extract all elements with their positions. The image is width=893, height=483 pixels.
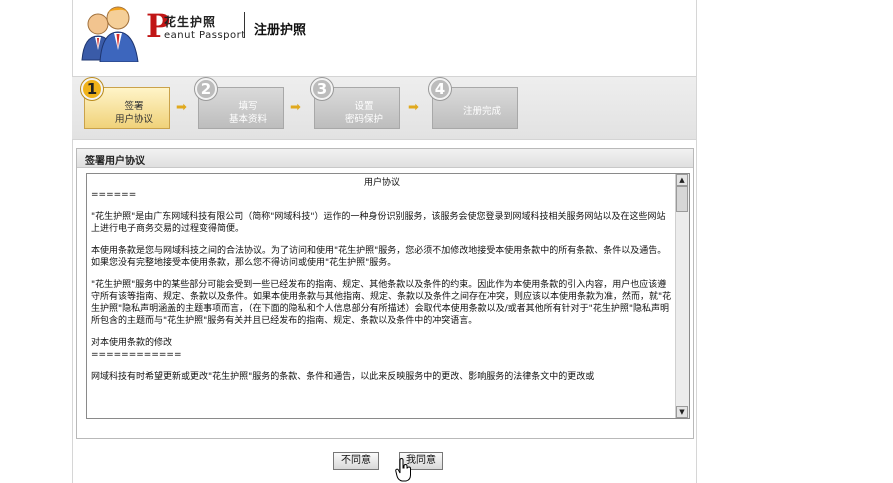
step-basic-info: 2 填写 基本资料 [195,78,284,129]
disagree-button[interactable]: 不同意 [333,452,379,470]
vertical-scrollbar[interactable]: ▲ ▼ [675,174,689,418]
step-registration-complete: 4 注册完成 [429,78,518,129]
step-number: 3 [311,78,333,100]
header: P 花生护照 eanut Passport 注册护照 [78,2,678,62]
brand-name-en: eanut Passport [164,30,246,41]
page-title: 注册护照 [254,23,307,38]
step-label: 签署 [124,101,144,112]
agreement-textarea[interactable]: 用户协议 ====== "花生护照"是由广东网域科技有限公司（简称"网域科技"）… [86,173,690,419]
header-divider [244,12,245,38]
agreement-panel: 签署用户协议 用户协议 ====== "花生护照"是由广东网域科技有限公司（简称… [76,148,694,439]
step-label: 填写 [238,101,258,112]
arrow-right-icon: ➡ [408,100,419,115]
scroll-up-icon[interactable]: ▲ [676,174,688,186]
agreement-separator: ====== [91,190,137,200]
agreement-paragraph: 本使用条款是您与网域科技之间的合法协议。为了访问和使用"花生护照"服务，您必须不… [91,246,667,268]
step-label: 注册完成 [462,106,501,117]
agreement-paragraph: 网域科技有时希望更新或更改"花生护照"服务的条款、条件和通告，以此来反映服务中的… [91,372,595,382]
agreement-paragraph: "花生护照"是由广东网域科技有限公司（简称"网域科技"）运作的一种身份识别服务，… [91,212,666,234]
frame-left-border [72,0,73,483]
scroll-down-icon[interactable]: ▼ [676,406,688,418]
step-number: 1 [81,78,103,100]
step-label: 基本资料 [228,114,267,125]
agreement-section-title: 对本使用条款的修改 [91,338,173,348]
arrow-right-icon: ➡ [290,100,301,115]
brand-name-cn: 花生护照 [164,15,217,29]
step-password-protection: 3 设置 密码保护 [311,78,400,129]
agreement-text: 用户协议 ====== "花生护照"是由广东网域科技有限公司（简称"网域科技"）… [91,177,673,383]
step-sign-agreement: 1 签署 用户协议 [81,78,170,129]
step-label: 设置 [354,101,374,112]
hand-cursor-icon [395,458,411,482]
panel-header: 签署用户协议 [77,149,693,168]
step-label: 密码保护 [344,114,383,125]
frame-right-border [696,0,697,483]
step-label: 用户协议 [114,114,153,125]
scroll-thumb[interactable] [676,186,688,212]
users-logo-icon [81,6,139,62]
registration-steps: 1 签署 用户协议 ➡ 2 填写 基本资料 ➡ 3 设置 密码保护 ➡ 4 注册… [72,76,696,140]
arrow-right-icon: ➡ [176,100,187,115]
step-number: 2 [195,78,217,100]
agreement-separator: ============ [91,350,182,360]
agreement-heading: 用户协议 [363,178,400,188]
step-number: 4 [429,78,451,100]
panel-title: 签署用户协议 [85,156,145,167]
agreement-paragraph: "花生护照"服务中的某些部分可能会受到一些已经发布的指南、规定、其他条款以及条件… [91,280,672,326]
